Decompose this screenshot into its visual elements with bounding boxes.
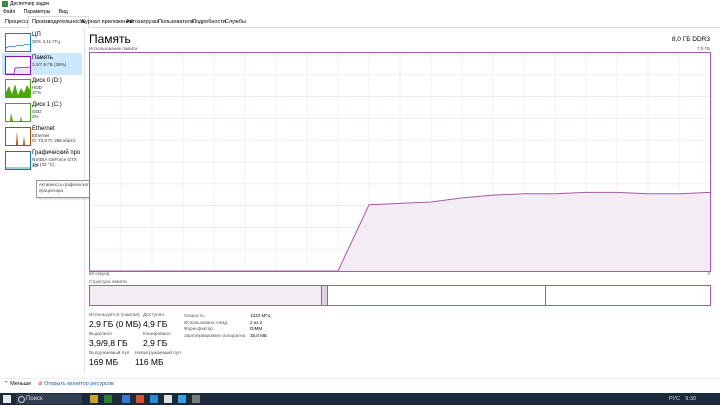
sidebar-item-label: Диск 1 (C:): [32, 102, 62, 108]
disk1-thumbnail: [5, 103, 31, 122]
detail-reserved-value: 35,8 МБ: [250, 332, 268, 338]
disk0-thumbnail: [5, 79, 31, 98]
app-icon-4[interactable]: [164, 395, 172, 403]
task-manager-icon: [2, 1, 8, 7]
cpu-thumbnail: [5, 33, 31, 52]
memory-in-use-segment: [90, 286, 321, 305]
menu-file[interactable]: Файл: [3, 9, 15, 15]
windows-start-icon[interactable]: [3, 395, 11, 403]
resource-monitor-icon: ⊘: [38, 381, 43, 387]
sidebar-item-label: Ethernet: [32, 126, 55, 132]
taskbar-search[interactable]: Поиск: [16, 394, 82, 404]
sidebar: ЦП 30% 3,11 ГГц Память 3,0/7,9 ГБ (38%) …: [0, 28, 85, 374]
sidebar-item-label: ЦП: [32, 32, 41, 38]
ethernet-thumbnail: [5, 127, 31, 146]
stat-committed: Выделено 3,9/9,8 ГБ: [89, 332, 128, 348]
stat-cached: Кэшировано 2,9 ГБ: [143, 332, 171, 348]
language-indicator[interactable]: РУС: [669, 393, 680, 405]
memory-modified-segment: [321, 286, 328, 305]
stat-in-use: Используется (сжатая) 2,9 ГБ (0 МБ): [89, 313, 142, 329]
menu-view[interactable]: Вид: [59, 9, 68, 15]
graph-max-label: 7,9 ГБ: [697, 46, 710, 51]
stat-paged-pool: Выгружаемый пул 169 МБ: [89, 351, 130, 367]
memory-standby-divider: [545, 286, 546, 305]
structure-label: Структура памяти: [89, 279, 127, 284]
menu-bar: Файл Параметры Вид: [0, 8, 720, 17]
sidebar-item-disk1[interactable]: Диск 1 (C:) SSD 3%: [2, 100, 82, 122]
app-icon-2[interactable]: [136, 395, 144, 403]
sidebar-item-disk0[interactable]: Диск 0 (D:) HDD 37%: [2, 76, 82, 98]
browser-icon[interactable]: [122, 395, 130, 403]
open-resource-monitor-link[interactable]: ⊘ Открыть монитор ресурсов: [38, 379, 114, 390]
memory-usage-chart: [89, 53, 711, 272]
window-title: Диспетчер задач: [10, 1, 50, 7]
app-icon-5[interactable]: [178, 395, 186, 403]
memory-thumbnail: [5, 56, 31, 75]
sidebar-item-sub2: 3%: [32, 114, 39, 119]
sidebar-item-sub2: 1% (33 °C): [32, 162, 55, 167]
axis-right-label: 0: [707, 271, 710, 276]
tab-services[interactable]: Службы: [222, 17, 249, 27]
task-manager-taskbar-icon[interactable]: [192, 395, 200, 403]
chevron-up-icon: ⌃: [4, 381, 9, 387]
file-explorer-icon[interactable]: [90, 395, 98, 403]
sidebar-item-sub2: 37%: [32, 90, 42, 95]
status-bar: ⌃ Меньше ⊘ Открыть монитор ресурсов: [0, 378, 720, 390]
sidebar-item-ethernet[interactable]: Ethernet Ethernet О: 72,0 П: 288 кбит/с: [2, 124, 82, 146]
stat-available: Доступно 4,9 ГБ: [143, 313, 168, 329]
memory-structure-bar: [89, 285, 711, 306]
fewer-details-button[interactable]: ⌃ Меньше: [4, 379, 31, 390]
gpu-thumbnail: [5, 151, 31, 170]
taskbar: Поиск РУС 9:30: [0, 393, 720, 405]
sidebar-item-sub2: О: 72,0 П: 288 кбит/с: [32, 138, 77, 143]
sidebar-item-label: Графический про: [32, 150, 81, 156]
memory-spec: 8,0 ГБ DDR3: [671, 36, 710, 43]
title-bar: Диспетчер задач: [0, 0, 720, 8]
axis-left-label: 60 секунд: [89, 271, 110, 276]
search-icon: [18, 396, 25, 403]
sidebar-item-sub: 30% 3,11 ГГц: [32, 39, 60, 44]
detail-reserved-label: Зарезервировано аппаратно:: [184, 332, 247, 338]
sidebar-item-memory[interactable]: Память 3,0/7,9 ГБ (38%): [2, 53, 82, 75]
sidebar-item-gpu[interactable]: Графический про NVIDIA GeForce GTX 10! 1…: [2, 148, 82, 170]
app-icon-3[interactable]: [150, 395, 158, 403]
clock[interactable]: 9:30: [685, 393, 696, 405]
page-title: Память: [89, 32, 131, 46]
menu-options[interactable]: Параметры: [24, 9, 51, 15]
stat-nonpaged-pool: Невыгружаемый пул 116 МБ: [135, 351, 181, 367]
sidebar-item-label: Диск 0 (D:): [32, 78, 62, 84]
app-icon[interactable]: [104, 395, 112, 403]
sidebar-item-sub: 3,0/7,9 ГБ (38%): [32, 62, 67, 67]
sidebar-item-label: Память: [32, 55, 53, 61]
sidebar-item-cpu[interactable]: ЦП 30% 3,11 ГГц: [2, 30, 82, 52]
tab-bar: Процессы Производительность Журнал прило…: [0, 16, 720, 28]
graph-label: Использование памяти: [89, 46, 138, 51]
memory-usage-graph: [89, 52, 711, 272]
